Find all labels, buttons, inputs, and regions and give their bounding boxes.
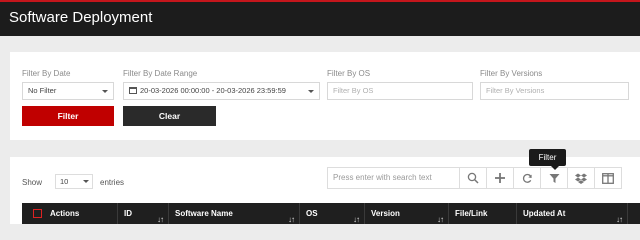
tooltip-arrow bbox=[551, 166, 559, 170]
filter-icon bbox=[549, 173, 559, 183]
column-header-software-name[interactable]: Software Name ↓↑ bbox=[169, 203, 300, 224]
sort-icon: ↓↑ bbox=[616, 215, 623, 224]
top-bar: Software Deployment bbox=[0, 0, 640, 36]
search-button[interactable] bbox=[459, 167, 487, 189]
column-header-file-link[interactable]: File/Link bbox=[449, 203, 517, 224]
filter-by-versions-label: Filter By Versions bbox=[480, 69, 543, 78]
table-header: Actions ID ↓↑ Software Name ↓↑ OS ↓↑ Ver… bbox=[22, 203, 640, 224]
column-header-label: ID bbox=[124, 209, 132, 218]
calendar-icon bbox=[129, 87, 137, 94]
sort-icon: ↓↑ bbox=[157, 215, 164, 224]
search-icon bbox=[467, 172, 479, 184]
column-header-actions[interactable]: Actions bbox=[22, 203, 118, 224]
select-all-checkbox[interactable] bbox=[33, 209, 42, 218]
page-title: Software Deployment bbox=[9, 9, 153, 26]
filter-by-date-range-label: Filter By Date Range bbox=[123, 69, 198, 78]
page-length-value: 10 bbox=[60, 177, 69, 186]
filter-button[interactable]: Filter bbox=[22, 106, 114, 126]
filter-tooltip: Filter bbox=[529, 149, 566, 166]
filter-by-date-label: Filter By Date bbox=[22, 69, 71, 78]
column-header-label: Updated At bbox=[523, 209, 566, 218]
sort-icon: ↓↑ bbox=[353, 215, 360, 224]
accent-line bbox=[0, 0, 640, 2]
table-search-input[interactable]: Press enter with search text bbox=[327, 167, 460, 189]
column-header-id[interactable]: ID ↓↑ bbox=[118, 203, 169, 224]
page-length-select[interactable]: 10 bbox=[55, 174, 93, 189]
column-header-version[interactable]: Version ↓↑ bbox=[365, 203, 449, 224]
refresh-button[interactable] bbox=[513, 167, 541, 189]
dropbox-button[interactable] bbox=[567, 167, 595, 189]
columns-icon bbox=[602, 172, 614, 184]
chevron-down-icon bbox=[83, 180, 89, 183]
filter-by-os-input[interactable]: Filter By OS bbox=[327, 82, 473, 100]
column-header-os[interactable]: OS ↓↑ bbox=[300, 203, 365, 224]
filter-by-versions-input[interactable]: Filter By Versions bbox=[480, 82, 629, 100]
filter-toggle-button[interactable] bbox=[540, 167, 568, 189]
chevron-down-icon bbox=[102, 90, 108, 93]
column-header-label: File/Link bbox=[455, 209, 488, 218]
filter-by-date-value: No Filter bbox=[28, 86, 57, 95]
column-header-label: Software Name bbox=[175, 209, 233, 218]
clear-button[interactable]: Clear bbox=[123, 106, 216, 126]
columns-button[interactable] bbox=[594, 167, 622, 189]
plus-icon bbox=[495, 173, 505, 183]
filter-panel: Filter By Date No Filter Filter By Date … bbox=[10, 52, 640, 140]
filter-by-os-label: Filter By OS bbox=[327, 69, 371, 78]
entries-label: entries bbox=[100, 178, 125, 187]
sort-icon: ↓↑ bbox=[437, 215, 444, 224]
date-range-picker[interactable]: 20-03-2026 00:00:00 - 20-03-2026 23:59:5… bbox=[123, 82, 320, 100]
dropbox-icon bbox=[575, 173, 587, 184]
show-label: Show bbox=[22, 178, 43, 187]
add-button[interactable] bbox=[486, 167, 514, 189]
chevron-down-icon bbox=[308, 90, 314, 93]
refresh-icon bbox=[522, 173, 532, 183]
filter-by-date-select[interactable]: No Filter bbox=[22, 82, 114, 100]
sort-icon: ↓↑ bbox=[288, 215, 295, 224]
column-header-label: OS bbox=[306, 209, 318, 218]
column-header-label: Version bbox=[371, 209, 400, 218]
column-header-updated-at[interactable]: Updated At ↓↑ bbox=[517, 203, 628, 224]
date-range-value: 20-03-2026 00:00:00 - 20-03-2026 23:59:5… bbox=[140, 86, 286, 95]
